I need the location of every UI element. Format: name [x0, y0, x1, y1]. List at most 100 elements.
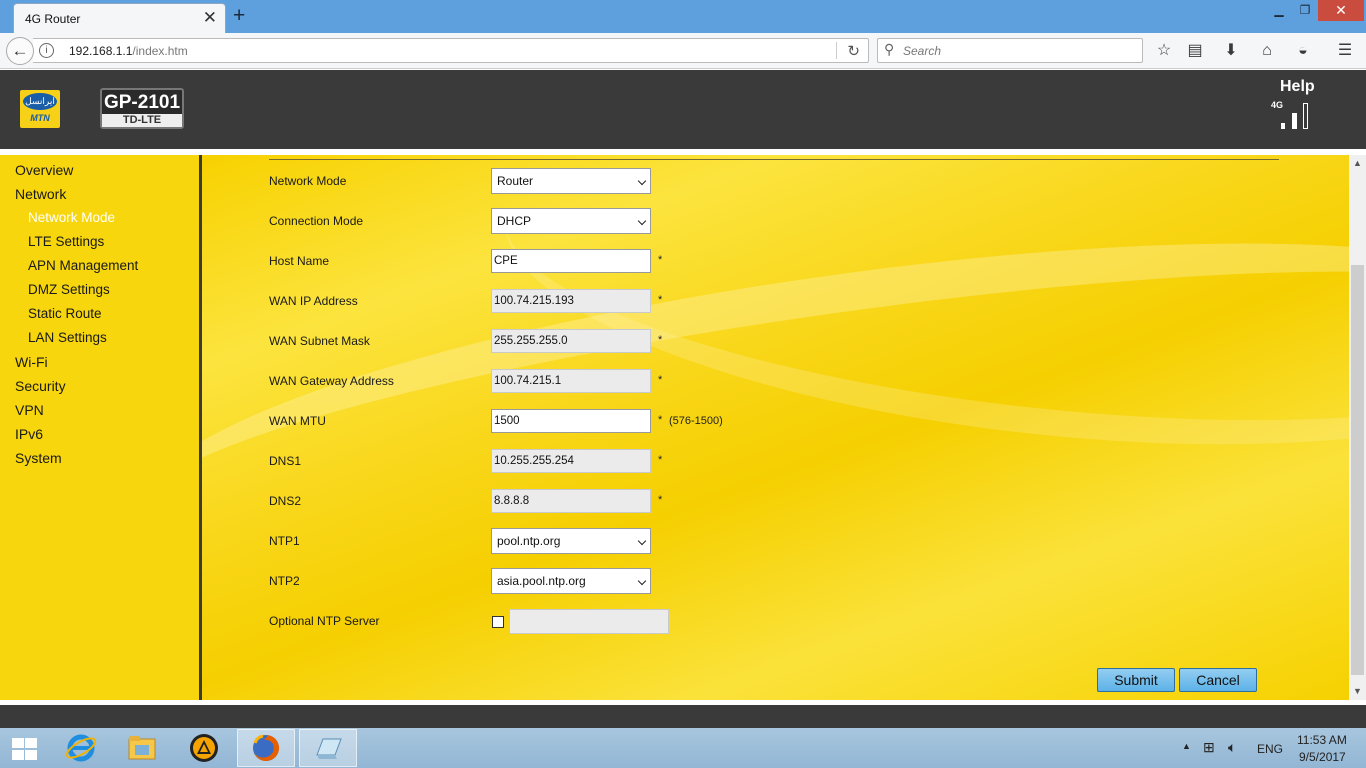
- ntp1-select[interactable]: pool.ntp.org: [491, 528, 651, 554]
- nav-dmz-settings[interactable]: DMZ Settings: [28, 282, 110, 297]
- nav-network-mode[interactable]: Network Mode: [28, 210, 115, 225]
- reading-list-icon[interactable]: ▤: [1183, 39, 1207, 63]
- volume-icon[interactable]: 🔈︎: [1228, 739, 1236, 756]
- required-marker: *: [658, 414, 663, 426]
- wan-ip-input: 100.74.215.193: [491, 289, 651, 313]
- mtn-logo: ایرانسل MTN: [20, 90, 60, 128]
- router-footer: [0, 705, 1366, 728]
- scroll-up-icon[interactable]: ▲: [1349, 155, 1366, 172]
- tab-title: 4G Router: [25, 12, 81, 26]
- search-icon: ⚲: [884, 41, 895, 57]
- dns1-input: 10.255.255.254: [491, 449, 651, 473]
- cancel-button[interactable]: Cancel: [1179, 668, 1257, 692]
- language-indicator[interactable]: ENG: [1257, 742, 1283, 756]
- wan-mtu-input[interactable]: 1500: [491, 409, 651, 433]
- dns1-label: DNS1: [269, 454, 302, 468]
- windows-start-icon[interactable]: [10, 737, 38, 761]
- nav-ipv6[interactable]: IPv6: [15, 426, 43, 442]
- required-marker: *: [658, 334, 663, 346]
- wan-mtu-hint: (576-1500): [669, 415, 723, 427]
- ntp2-label: NTP2: [269, 574, 300, 588]
- network-icon[interactable]: ⊞: [1203, 739, 1215, 756]
- required-marker: *: [658, 254, 663, 266]
- connection-mode-select[interactable]: DHCP: [491, 208, 651, 234]
- nav-system[interactable]: System: [15, 450, 62, 466]
- sidebar: Overview Network Network Mode LTE Settin…: [0, 155, 199, 700]
- main-content: Network Mode Router Connection Mode DHCP…: [202, 155, 1349, 700]
- url-text[interactable]: 192.168.1.1/index.htm: [69, 44, 188, 58]
- host-name-label: Host Name: [269, 254, 330, 268]
- wan-subnet-label: WAN Subnet Mask: [269, 334, 370, 348]
- router-header: ایرانسل MTN GP-2101 TD-LTE Help 4G: [0, 70, 1366, 149]
- help-link[interactable]: Help: [1280, 78, 1315, 96]
- close-tab-icon[interactable]: ✕: [203, 8, 217, 28]
- nav-lte-settings[interactable]: LTE Settings: [28, 234, 104, 249]
- nav-security[interactable]: Security: [15, 378, 66, 394]
- network-mode-select[interactable]: Router: [491, 168, 651, 194]
- back-icon[interactable]: ←: [6, 37, 34, 65]
- required-marker: *: [658, 494, 663, 506]
- chevron-down-icon: [637, 536, 647, 546]
- nav-wifi[interactable]: Wi-Fi: [15, 354, 48, 370]
- menu-icon[interactable]: ☰: [1333, 39, 1357, 63]
- signal-label: 4G: [1271, 100, 1284, 110]
- nav-network[interactable]: Network: [15, 186, 66, 202]
- required-marker: *: [658, 454, 663, 466]
- optional-ntp-label: Optional NTP Server: [269, 614, 380, 628]
- nav-overview[interactable]: Overview: [15, 162, 73, 178]
- browser-tab[interactable]: 4G Router ✕: [13, 3, 226, 33]
- nav-static-route[interactable]: Static Route: [28, 306, 102, 321]
- required-marker: *: [658, 374, 663, 386]
- nav-vpn[interactable]: VPN: [15, 402, 44, 418]
- nav-lan-settings[interactable]: LAN Settings: [28, 330, 107, 345]
- model-badge: GP-2101 TD-LTE: [100, 88, 184, 129]
- model-sub: TD-LTE: [102, 114, 182, 127]
- ntp1-value: pool.ntp.org: [497, 534, 561, 548]
- submit-button[interactable]: Submit: [1097, 668, 1175, 692]
- scroll-down-icon[interactable]: ▼: [1349, 683, 1366, 700]
- new-tab-icon[interactable]: +: [233, 4, 245, 28]
- chevron-down-icon: [637, 576, 647, 586]
- download-icon[interactable]: ⬇: [1219, 39, 1243, 63]
- ntp1-label: NTP1: [269, 534, 300, 548]
- internet-explorer-icon[interactable]: [52, 729, 110, 767]
- clock-date[interactable]: 9/5/2017: [1299, 750, 1346, 764]
- minimize-window-icon[interactable]: ▁: [1266, 0, 1292, 21]
- browser-tab-bar: 4G Router ✕ + ▁ ❐ ✕: [0, 0, 1366, 33]
- brand-persian: ایرانسل: [23, 93, 57, 110]
- wan-mtu-label: WAN MTU: [269, 414, 326, 428]
- pocket-icon[interactable]: ◒: [1291, 39, 1315, 63]
- taskbar: ▲ ⊞ 🔈︎ ENG 11:53 AM 9/5/2017: [0, 728, 1366, 768]
- restore-window-icon[interactable]: ❐: [1292, 0, 1318, 21]
- url-host: 192.168.1.1: [69, 44, 133, 58]
- search-input[interactable]: ⚲ Search: [877, 38, 1143, 63]
- dns2-label: DNS2: [269, 494, 302, 508]
- site-info-icon[interactable]: i: [39, 43, 54, 58]
- optional-ntp-checkbox[interactable]: [492, 616, 504, 628]
- wan-subnet-input: 255.255.255.0: [491, 329, 651, 353]
- signal-bar: [1303, 103, 1308, 129]
- show-hidden-icons-icon[interactable]: ▲: [1182, 741, 1191, 751]
- ntp2-select[interactable]: asia.pool.ntp.org: [491, 568, 651, 594]
- close-window-icon[interactable]: ✕: [1318, 0, 1364, 21]
- app-window-icon[interactable]: [299, 729, 357, 767]
- firefox-icon[interactable]: [237, 729, 295, 767]
- scrollbar-thumb[interactable]: [1351, 265, 1364, 675]
- clock-time[interactable]: 11:53 AM: [1297, 733, 1347, 747]
- host-name-input[interactable]: CPE: [491, 249, 651, 273]
- url-path: /index.htm: [132, 44, 188, 58]
- form-divider: [269, 159, 1279, 160]
- file-explorer-icon[interactable]: [113, 729, 171, 767]
- reload-icon[interactable]: ↻: [847, 42, 860, 60]
- model-name: GP-2101: [103, 92, 181, 113]
- nav-apn-management[interactable]: APN Management: [28, 258, 138, 273]
- bookmark-star-icon[interactable]: ☆: [1152, 39, 1176, 63]
- home-icon[interactable]: ⌂: [1255, 39, 1279, 63]
- brand-name: MTN: [30, 113, 50, 123]
- aimp-player-icon[interactable]: [175, 729, 233, 767]
- network-mode-value: Router: [497, 174, 534, 188]
- page-scrollbar[interactable]: ▲ ▼: [1349, 155, 1366, 700]
- connection-mode-value: DHCP: [497, 214, 532, 228]
- url-bar[interactable]: i 192.168.1.1/index.htm ↻: [33, 38, 869, 63]
- url-divider: [836, 42, 837, 59]
